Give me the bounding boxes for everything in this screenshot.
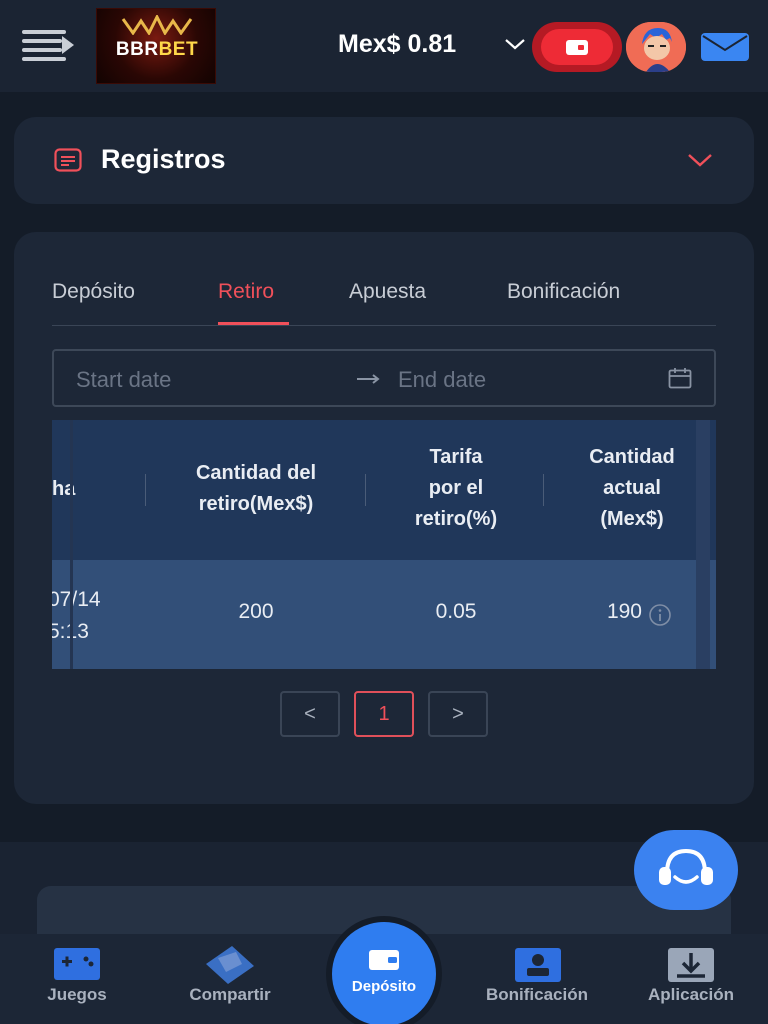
- nav-label-compartir: Compartir: [189, 985, 271, 1004]
- table-scroll-shadow-left: [70, 420, 73, 669]
- records-title: Registros: [101, 144, 226, 174]
- wallet-button[interactable]: [532, 22, 622, 72]
- document-icon: [54, 148, 82, 172]
- prev-page-button[interactable]: <: [280, 691, 340, 737]
- cell-fee: 0.05: [435, 600, 477, 623]
- column-header-fee: Tarifa por el retiro(%): [414, 446, 498, 530]
- chevron-down-icon[interactable]: [504, 36, 526, 52]
- end-date-input[interactable]: End date: [398, 367, 486, 393]
- active-tab-indicator: [218, 322, 289, 325]
- start-date-input[interactable]: Start date: [76, 367, 171, 393]
- tab-deposito[interactable]: Depósito: [52, 280, 135, 304]
- table-scroll-shadow-right: [696, 420, 710, 669]
- wallet-icon: [369, 950, 399, 970]
- records-panel: Depósito Retiro Apuesta Bonificación Sta…: [14, 232, 754, 804]
- nav-item-bonificacion[interactable]: Bonificación: [470, 934, 604, 1024]
- records-dropdown[interactable]: Registros: [14, 117, 754, 204]
- next-page-button[interactable]: >: [428, 691, 488, 737]
- tab-apuesta[interactable]: Apuesta: [349, 280, 426, 304]
- crown-icon: [121, 15, 193, 35]
- mail-icon[interactable]: [700, 30, 750, 62]
- logo-text: BBRBET: [115, 39, 199, 60]
- customer-support-button[interactable]: [634, 830, 738, 910]
- deposit-label: Depósito: [351, 978, 417, 995]
- nav-label-aplicacion: Aplicación: [648, 985, 734, 1004]
- nav-label-bonificacion: Bonificación: [485, 985, 588, 1004]
- top-header: BBRBET Mex$ 0.81: [0, 0, 768, 92]
- page-1-button[interactable]: 1: [354, 691, 414, 737]
- tab-retiro[interactable]: Retiro: [218, 280, 274, 304]
- headset-icon: [659, 848, 713, 885]
- share-icon: [206, 946, 254, 984]
- calendar-icon[interactable]: [668, 367, 692, 389]
- withdrawal-table[interactable]: ha Cantidad del retiro(Mex$) Tarifa por …: [52, 420, 716, 669]
- arrow-right-icon: [357, 374, 380, 384]
- column-header-actual: Cantidad actual (Mex$): [589, 446, 675, 530]
- download-icon: [668, 948, 714, 982]
- bonus-icon: [515, 948, 561, 982]
- date-range-picker[interactable]: Start date End date: [52, 349, 716, 407]
- brand-logo[interactable]: BBRBET: [96, 8, 216, 84]
- cell-amount: 200: [238, 600, 274, 623]
- wallet-icon: [566, 39, 588, 55]
- chevron-down-icon[interactable]: [686, 151, 714, 169]
- cell-date: 07/14 5:13: [52, 588, 101, 643]
- avatar[interactable]: [626, 22, 686, 72]
- games-icon: [54, 948, 100, 980]
- nav-item-compartir[interactable]: Compartir: [172, 934, 288, 1024]
- nav-item-juegos[interactable]: Juegos: [30, 934, 124, 1024]
- cell-actual: 190: [606, 600, 642, 623]
- tab-bonificacion[interactable]: Bonificación: [507, 280, 620, 304]
- balance-amount[interactable]: Mex$ 0.81: [338, 30, 456, 59]
- pagination: < 1 >: [280, 691, 488, 737]
- column-header-amount: Cantidad del retiro(Mex$): [195, 462, 316, 515]
- info-icon[interactable]: [648, 603, 672, 627]
- menu-icon[interactable]: [22, 30, 74, 62]
- record-tabs: Depósito Retiro Apuesta Bonificación: [52, 280, 716, 326]
- nav-label-juegos: Juegos: [47, 985, 107, 1004]
- nav-item-aplicacion[interactable]: Aplicación: [636, 934, 746, 1024]
- table-header: ha Cantidad del retiro(Mex$) Tarifa por …: [52, 420, 716, 560]
- deposit-button[interactable]: Depósito: [326, 916, 442, 1024]
- table-row: 07/14 5:13 200 0.05 190: [52, 560, 716, 669]
